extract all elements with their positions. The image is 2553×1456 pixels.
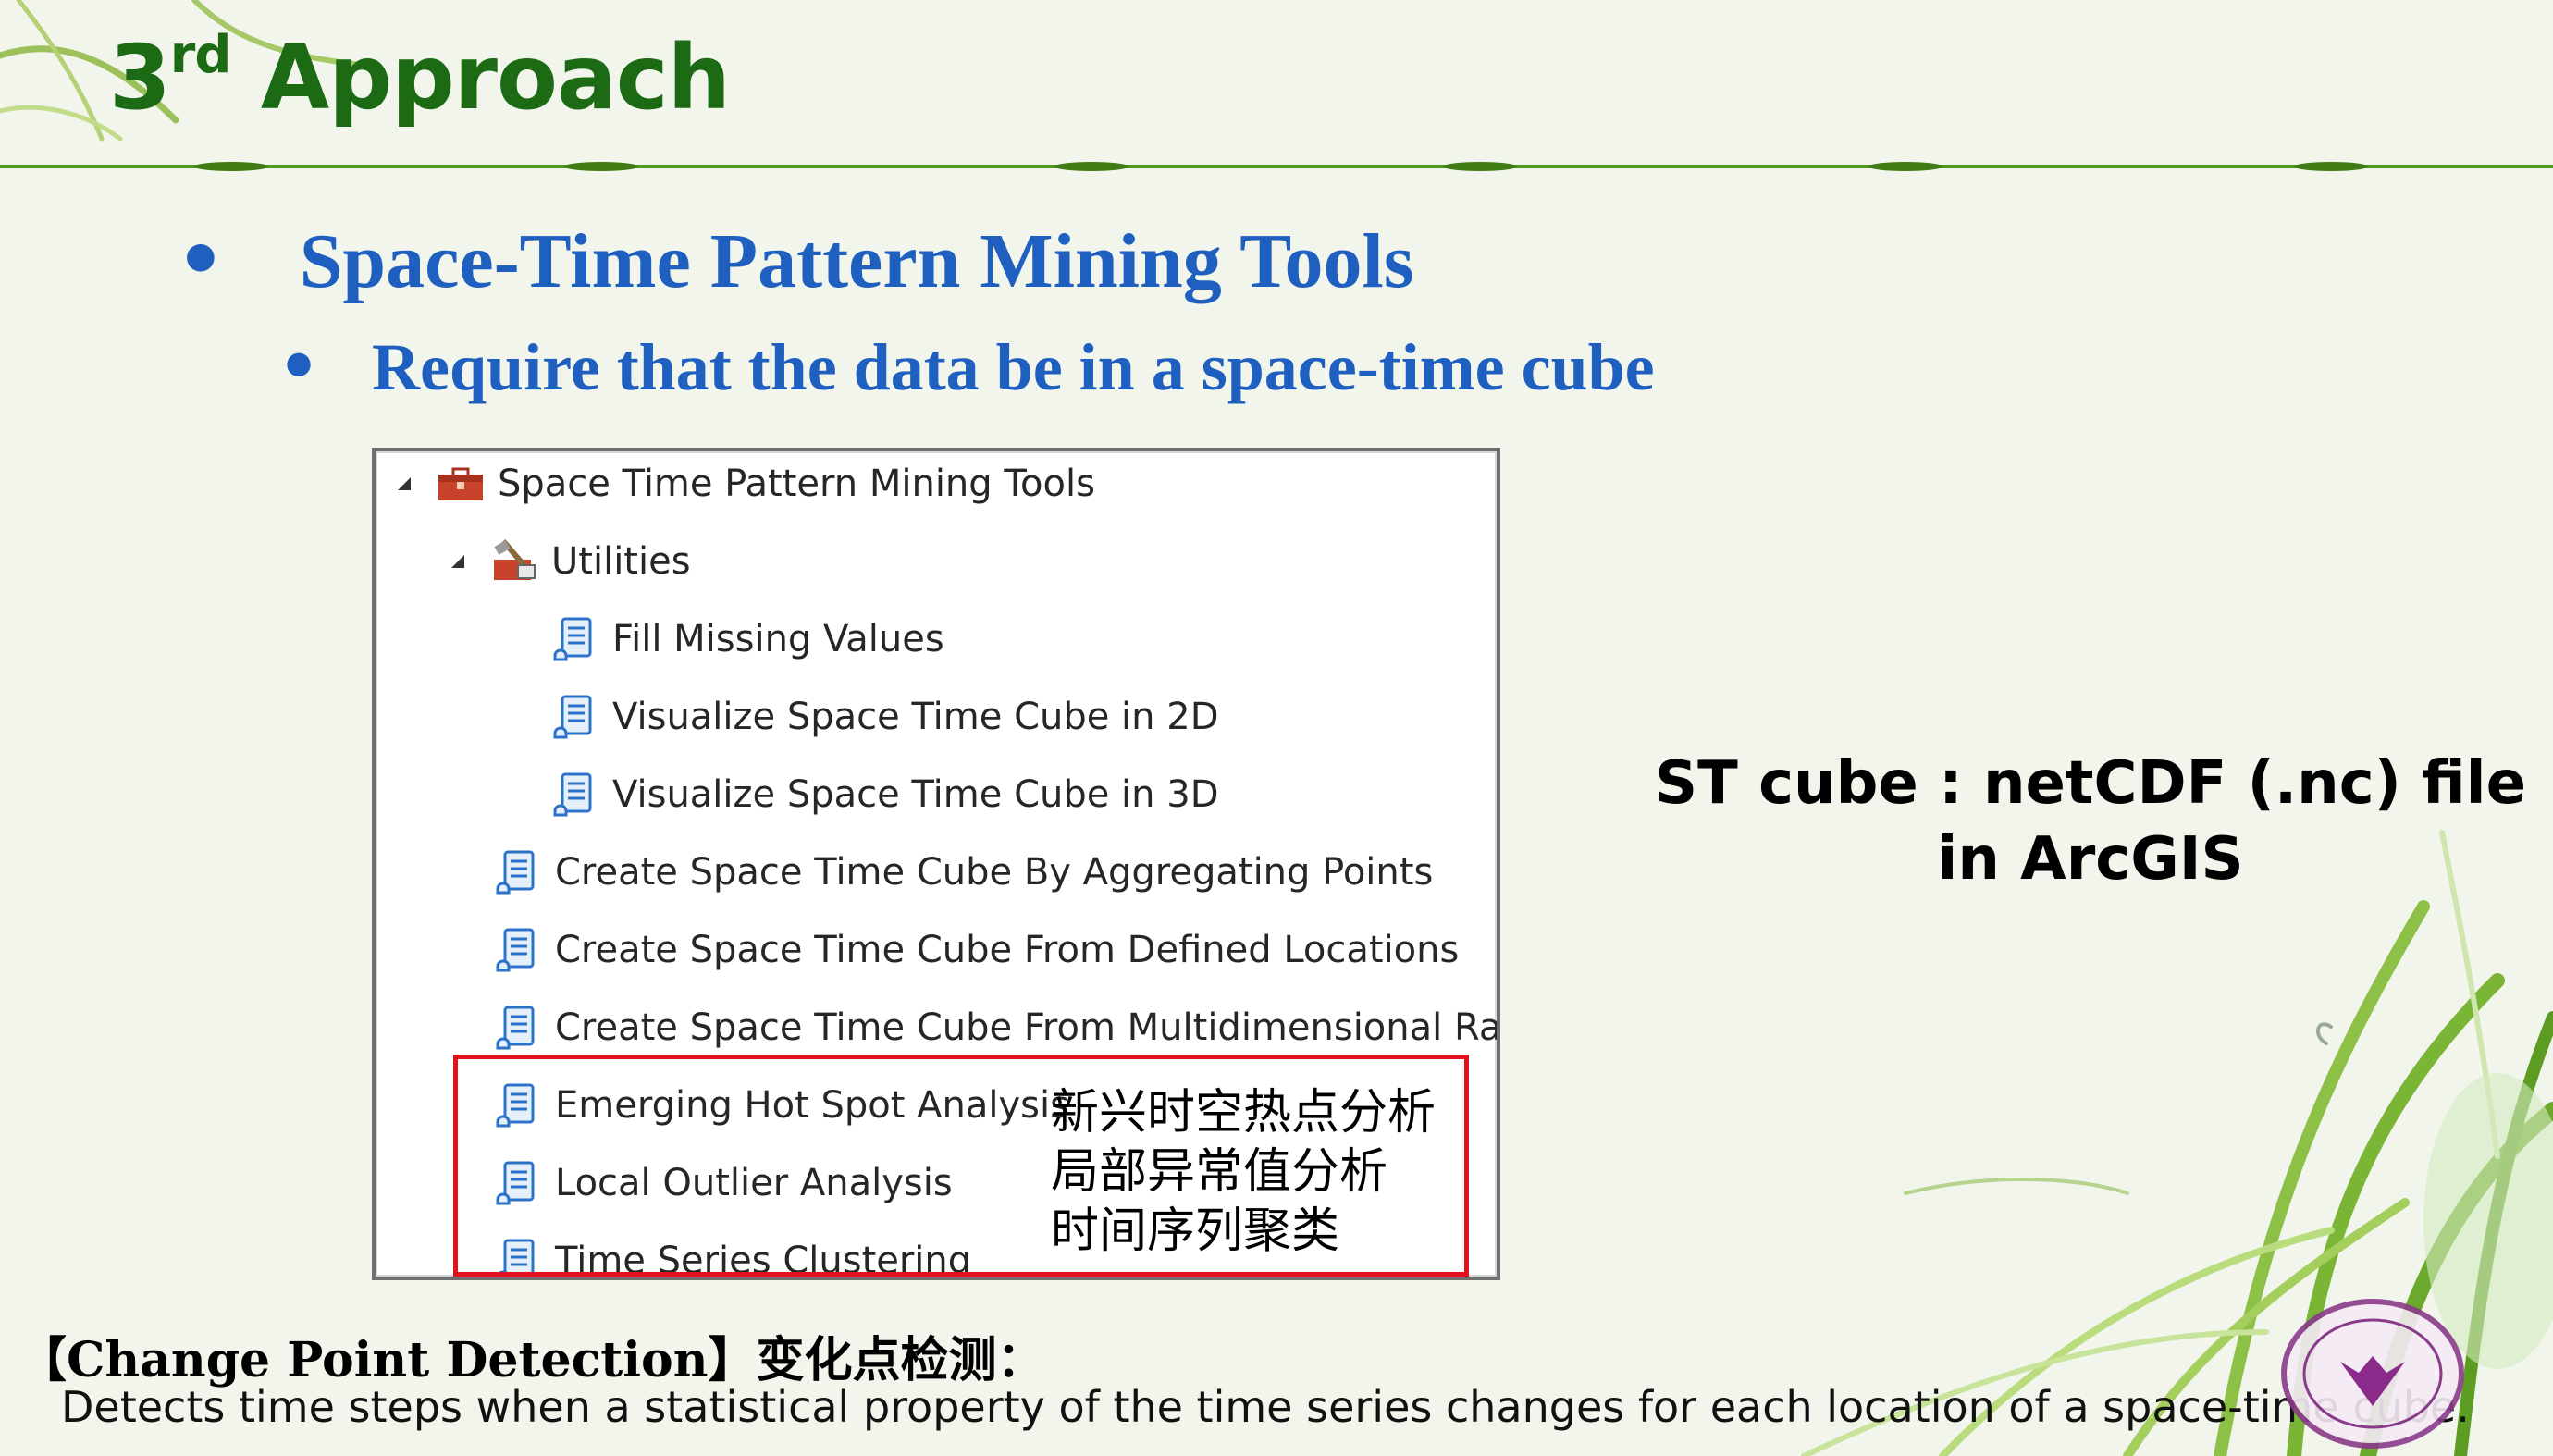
change-point-description: Detects time steps when a statistical pr… — [61, 1382, 2470, 1432]
tool-fill-missing-values[interactable]: Fill Missing Values — [551, 607, 944, 672]
st-cube-line-2: in ArcGIS — [1937, 825, 2244, 894]
tool-visualize-cube-3d[interactable]: Visualize Space Time Cube in 3D — [551, 762, 1219, 827]
tool-visualize-cube-2d[interactable]: Visualize Space Time Cube in 2D — [551, 685, 1219, 749]
script-tool-icon — [553, 695, 592, 739]
title-number: 3 — [109, 26, 171, 130]
tree-item-root-toolbox[interactable]: Space Time Pattern Mining Tools — [392, 451, 1095, 516]
toolbox-icon — [438, 467, 483, 500]
tool-create-cube-aggregating-points[interactable]: Create Space Time Cube By Aggregating Po… — [494, 840, 1433, 905]
expand-triangle-icon[interactable] — [446, 529, 472, 594]
tree-label: Utilities — [551, 540, 691, 583]
university-seal-logo — [2281, 1299, 2464, 1449]
bullet-text: Require that the data be in a space-time… — [372, 330, 1655, 404]
title-text: Approach — [230, 26, 731, 130]
slide-title: 3rd Approach — [109, 25, 731, 130]
script-tool-icon — [496, 850, 535, 895]
tool-label: Create Space Time Cube By Aggregating Po… — [555, 851, 1434, 894]
tool-label: Visualize Space Time Cube in 3D — [612, 773, 1219, 816]
title-divider — [0, 162, 2553, 171]
cn-label-time-series-clustering: 时间序列聚类 — [1051, 1203, 1340, 1259]
tool-label: Create Space Time Cube From Defined Loca… — [555, 929, 1460, 971]
tool-label: Create Space Time Cube From Multidimensi… — [555, 1006, 1500, 1049]
tool-label: Visualize Space Time Cube in 2D — [612, 696, 1219, 738]
bullet-text: Space-Time Pattern Mining Tools — [299, 218, 1414, 304]
change-point-title: 【Change Point Detection】变化点检测： — [18, 1332, 1045, 1388]
bullet-dot: • — [278, 327, 321, 405]
st-cube-line-1: ST cube : netCDF (.nc) file — [1655, 749, 2526, 818]
bullet-dot: • — [176, 215, 226, 305]
tree-item-utilities[interactable]: Utilities — [446, 529, 691, 594]
script-tool-icon — [496, 928, 535, 972]
st-cube-note: ST cube : netCDF (.nc) file in ArcGIS — [1646, 746, 2534, 897]
bullet-space-time-tools: • Space-Time Pattern Mining Tools — [176, 215, 1414, 306]
tree-label: Space Time Pattern Mining Tools — [498, 463, 1095, 505]
script-tool-icon — [553, 772, 592, 817]
tool-create-cube-defined-locations[interactable]: Create Space Time Cube From Defined Loca… — [494, 918, 1459, 982]
script-tool-icon — [496, 1006, 535, 1050]
tool-create-cube-multidimensional-raster[interactable]: Create Space Time Cube From Multidimensi… — [494, 995, 1500, 1060]
bullet-require-cube: • Require that the data be in a space-tim… — [278, 327, 1655, 406]
toolset-icon — [494, 539, 536, 580]
title-ordinal-suffix: rd — [169, 25, 232, 85]
expand-triangle-icon[interactable] — [392, 451, 418, 516]
tool-label: Fill Missing Values — [612, 618, 944, 660]
script-tool-icon — [553, 617, 592, 661]
